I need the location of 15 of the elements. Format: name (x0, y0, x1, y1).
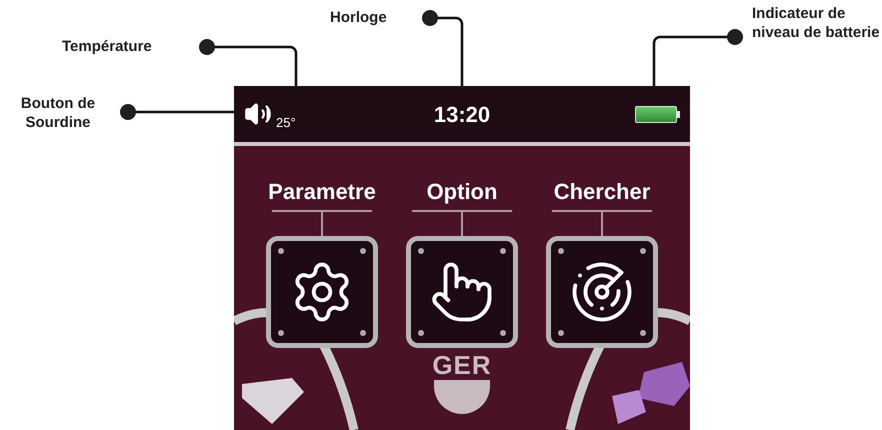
menu-tile-button[interactable] (546, 236, 658, 348)
menu-label: Parametre (268, 180, 376, 204)
battery-icon (635, 106, 680, 122)
temperature-reading: 25° (276, 114, 296, 132)
callout-label: Bouton de Sourdine (20, 94, 96, 132)
menu-label: Option (426, 180, 498, 204)
brand-logo-text: GER (432, 352, 492, 378)
clock: 13:20 (434, 100, 490, 128)
menu-tile-button[interactable] (266, 236, 378, 348)
callout-label: Indicateur de niveau de batterie (752, 4, 880, 42)
callout-label: Température (62, 37, 153, 56)
menu-label: Chercher (554, 180, 650, 204)
logo-emblem-icon (434, 380, 490, 414)
callout-label: Horloge (330, 8, 388, 27)
menu-tile-button[interactable] (406, 236, 518, 348)
